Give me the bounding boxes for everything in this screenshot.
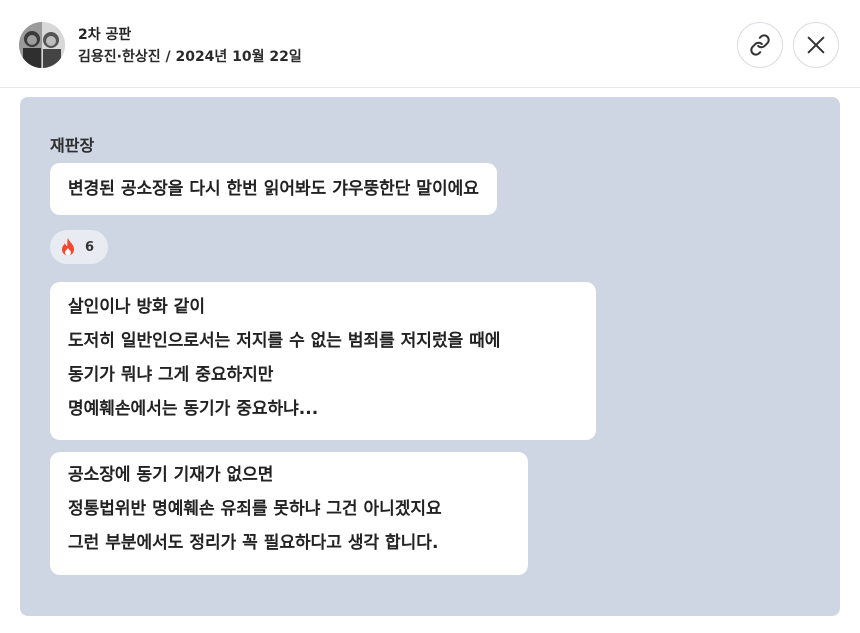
message-line: 공소장에 동기 기재가 없으면	[68, 465, 274, 485]
message-line: 명예훼손에서는 동기가 중요하냐...	[68, 399, 319, 419]
reaction-count: 6	[85, 239, 95, 255]
avatar	[19, 22, 65, 68]
message-bubble: 변경된 공소장을 다시 한번 읽어봐도 갸우뚱한단 말이에요	[50, 163, 497, 215]
header: 2차 공판 김용진·한상진 / 2024년 10월 22일	[0, 0, 860, 88]
message-line: 도저히 일반인으로서는 저지를 수 없는 범죄를 저지렀을 때에	[68, 331, 501, 351]
close-button[interactable]	[793, 22, 839, 68]
message-line: 동기가 뭐냐 그게 중요하지만	[68, 365, 274, 385]
message-line: 그런 부분에서도 정리가 꼭 필요하다고 생각 합니다.	[68, 533, 439, 553]
message-line: 살인이나 방화 같이	[68, 297, 205, 317]
close-icon	[807, 36, 825, 54]
message-line: 정통법위반 명예훼손 유죄를 못하냐 그건 아니겠지요	[68, 499, 442, 519]
message-line: 변경된 공소장을 다시 한번 읽어봐도 갸우뚱한단 말이에요	[68, 179, 479, 199]
page-title: 2차 공판	[78, 27, 132, 43]
fire-icon	[62, 238, 74, 256]
message-bubble: 공소장에 동기 기재가 없으면 정통법위반 명예훼손 유죄를 못하냐 그건 아니…	[50, 452, 528, 575]
page-subtitle: 김용진·한상진 / 2024년 10월 22일	[78, 49, 302, 65]
copy-link-button[interactable]	[737, 22, 783, 68]
reaction-badge[interactable]: 6	[50, 230, 108, 264]
link-icon	[750, 34, 770, 56]
message-bubble: 살인이나 방화 같이 도저히 일반인으로서는 저지를 수 없는 범죄를 저지렀을…	[50, 282, 596, 440]
speaker-name: 재판장	[50, 136, 95, 155]
chat-panel: 재판장 변경된 공소장을 다시 한번 읽어봐도 갸우뚱한단 말이에요 6 살인이…	[20, 97, 840, 616]
